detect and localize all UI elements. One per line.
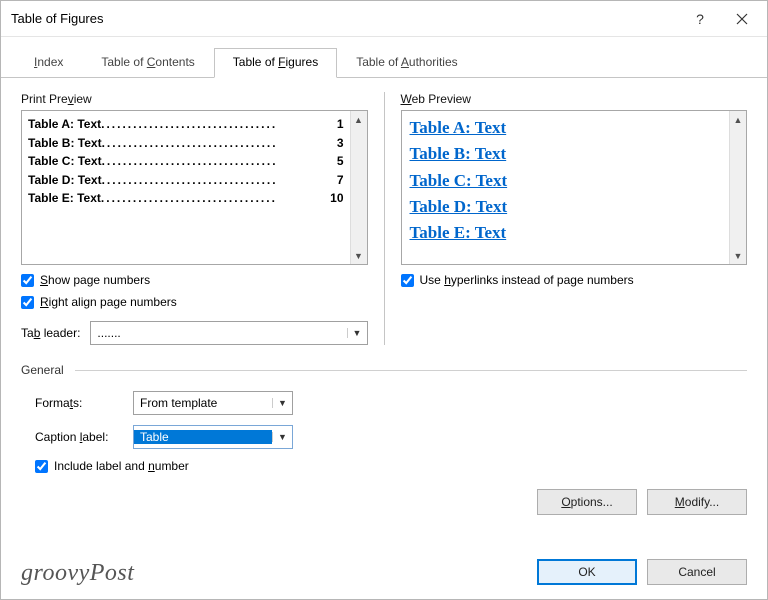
scroll-track[interactable] bbox=[351, 128, 367, 247]
chevron-down-icon[interactable]: ▼ bbox=[272, 432, 292, 442]
web-options: Use hyperlinks instead of page numbers bbox=[401, 273, 748, 287]
use-hyperlinks-input[interactable] bbox=[401, 274, 414, 287]
cancel-button[interactable]: Cancel bbox=[647, 559, 747, 585]
tab-table-of-figures[interactable]: Table of Figures bbox=[214, 48, 337, 78]
formats-value: From template bbox=[134, 396, 272, 410]
tab-table-of-contents[interactable]: Table of Contents bbox=[82, 48, 213, 78]
ok-button[interactable]: OK bbox=[537, 559, 637, 585]
web-preview-content: Table A: Text Table B: Text Table C: Tex… bbox=[402, 111, 730, 264]
tab-leader-value: ....... bbox=[91, 326, 346, 340]
dialog-body: Print Preview Table A: Text ............… bbox=[1, 78, 767, 549]
general-body: Formats: From template ▼ Caption label: … bbox=[21, 391, 747, 515]
tab-index[interactable]: Index bbox=[15, 48, 82, 78]
print-preview-box: Table A: Text ..........................… bbox=[21, 110, 368, 265]
use-hyperlinks-checkbox[interactable]: Use hyperlinks instead of page numbers bbox=[401, 273, 748, 287]
print-preview-item: Table D: Text ..........................… bbox=[28, 171, 344, 190]
tab-bar: Index Table of Contents Table of Figures… bbox=[1, 37, 767, 78]
general-buttons: Options... Modify... bbox=[35, 483, 747, 515]
caption-label-value: Table bbox=[134, 430, 272, 444]
vertical-divider bbox=[384, 92, 385, 345]
modify-button[interactable]: Modify... bbox=[647, 489, 747, 515]
scroll-down-icon[interactable]: ▼ bbox=[351, 247, 367, 264]
scroll-track[interactable] bbox=[730, 128, 746, 247]
print-options: Show page numbers Right align page numbe… bbox=[21, 273, 368, 309]
chevron-down-icon[interactable]: ▼ bbox=[272, 398, 292, 408]
tab-table-of-authorities[interactable]: Table of Authorities bbox=[337, 48, 476, 78]
print-preview-item: Table E: Text...........................… bbox=[28, 189, 344, 208]
print-preview-item: Table C: Text...........................… bbox=[28, 152, 344, 171]
dialog-window: Table of Figures ? Index Table of Conten… bbox=[0, 0, 768, 600]
right-align-page-numbers-label: Right align page numbers bbox=[40, 295, 177, 309]
tab-leader-row: Tab leader: ....... ▼ bbox=[21, 321, 368, 345]
web-preview-item[interactable]: Table D: Text bbox=[410, 194, 724, 220]
general-group: General Formats: From template ▼ Caption… bbox=[21, 363, 747, 515]
preview-row: Print Preview Table A: Text ............… bbox=[21, 92, 747, 345]
print-preview-item: Table B: Text ..........................… bbox=[28, 134, 344, 153]
dialog-title: Table of Figures bbox=[11, 11, 679, 26]
help-button[interactable]: ? bbox=[679, 3, 721, 35]
web-preview-column: Web Preview Table A: Text Table B: Text … bbox=[401, 92, 748, 345]
show-page-numbers-input[interactable] bbox=[21, 274, 34, 287]
use-hyperlinks-label: Use hyperlinks instead of page numbers bbox=[420, 273, 634, 287]
formats-row: Formats: From template ▼ bbox=[35, 391, 747, 415]
print-preview-column: Print Preview Table A: Text ............… bbox=[21, 92, 368, 345]
web-preview-item[interactable]: Table B: Text bbox=[410, 141, 724, 167]
formats-combo[interactable]: From template ▼ bbox=[133, 391, 293, 415]
include-label-number-checkbox[interactable]: Include label and number bbox=[35, 459, 747, 473]
print-preview-item: Table A: Text ..........................… bbox=[28, 115, 344, 134]
web-preview-item[interactable]: Table C: Text bbox=[410, 168, 724, 194]
web-preview-item[interactable]: Table E: Text bbox=[410, 220, 724, 246]
general-label: General bbox=[21, 363, 747, 377]
scroll-up-icon[interactable]: ▲ bbox=[730, 111, 746, 128]
right-align-page-numbers-input[interactable] bbox=[21, 296, 34, 309]
watermark: groovyPost bbox=[21, 560, 134, 587]
web-preview-label: Web Preview bbox=[401, 92, 748, 106]
caption-label-label: Caption label: bbox=[35, 430, 121, 444]
tab-leader-label: Tab leader: bbox=[21, 326, 80, 340]
titlebar: Table of Figures ? bbox=[1, 1, 767, 37]
tab-leader-combo[interactable]: ....... ▼ bbox=[90, 321, 367, 345]
print-preview-label: Print Preview bbox=[21, 92, 368, 106]
print-preview-content: Table A: Text ..........................… bbox=[22, 111, 350, 264]
chevron-down-icon[interactable]: ▼ bbox=[347, 328, 367, 338]
show-page-numbers-label: Show page numbers bbox=[40, 273, 150, 287]
formats-label: Formats: bbox=[35, 396, 121, 410]
scroll-down-icon[interactable]: ▼ bbox=[730, 247, 746, 264]
close-icon bbox=[736, 13, 748, 25]
include-label-number-input[interactable] bbox=[35, 460, 48, 473]
web-preview-scrollbar[interactable]: ▲ ▼ bbox=[729, 111, 746, 264]
options-button[interactable]: Options... bbox=[537, 489, 637, 515]
caption-label-combo[interactable]: Table ▼ bbox=[133, 425, 293, 449]
scroll-up-icon[interactable]: ▲ bbox=[351, 111, 367, 128]
caption-label-row: Caption label: Table ▼ bbox=[35, 425, 747, 449]
web-preview-box: Table A: Text Table B: Text Table C: Tex… bbox=[401, 110, 748, 265]
show-page-numbers-checkbox[interactable]: Show page numbers bbox=[21, 273, 368, 287]
web-preview-item[interactable]: Table A: Text bbox=[410, 115, 724, 141]
print-preview-scrollbar[interactable]: ▲ ▼ bbox=[350, 111, 367, 264]
right-align-page-numbers-checkbox[interactable]: Right align page numbers bbox=[21, 295, 368, 309]
close-button[interactable] bbox=[721, 3, 763, 35]
include-label-number-label: Include label and number bbox=[54, 459, 189, 473]
